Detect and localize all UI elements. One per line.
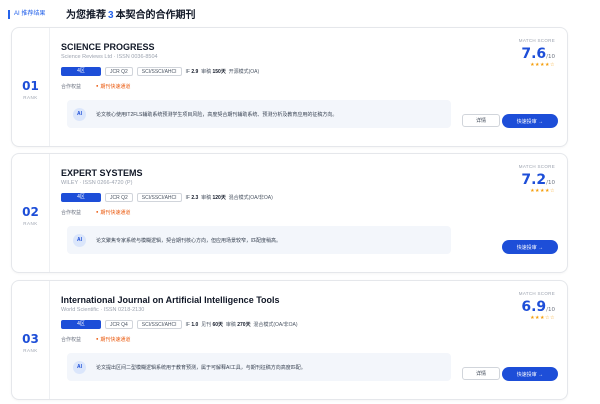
match-score-label: MATCH SCORE <box>518 38 555 43</box>
quick-submit-button[interactable]: 快速投审 → <box>502 114 558 128</box>
rights-label: 合作权益 <box>61 84 82 90</box>
match-score-value: 7.6/10 <box>521 46 555 62</box>
rights-label: 合作权益 <box>61 210 82 216</box>
journal-title[interactable]: International Journal on Artificial Inte… <box>61 295 280 305</box>
journal-card-3[interactable]: 03 RANK International Journal on Artific… <box>11 280 568 400</box>
rights-value: 期刊快速通道 <box>96 336 130 343</box>
rank-column: 03 RANK <box>12 281 50 399</box>
journal-title[interactable]: EXPERT SYSTEMS <box>61 168 143 178</box>
match-score-label: MATCH SCORE <box>518 164 555 169</box>
ai-results-badge: AI 推荐结果 <box>8 9 45 19</box>
journal-publisher: Science Reviews Ltd · ISSN 0036-8504 <box>61 54 158 60</box>
ai-icon: AI <box>73 360 86 374</box>
match-score-value: 7.2/10 <box>521 172 555 188</box>
star-rating: ★★★☆☆ <box>530 315 555 321</box>
detail-button[interactable]: 详情 <box>462 367 500 380</box>
rank-number: 01 <box>22 78 39 93</box>
match-score-value: 6.9/10 <box>521 299 555 315</box>
ai-analysis-box: AI 论文聚焦专家系统与模糊逻辑，契合期刊核心方向，但应用场景较窄，匹配度稍高。 <box>67 226 451 254</box>
rights-value: 期刊快速通道 <box>96 209 130 216</box>
ai-analysis-box: AI 论文核心使用IT2FLS辅助系统预测学生项目风险，高度契合期刊辅助系统、预… <box>67 100 451 128</box>
rank-column: 01 RANK <box>12 28 50 146</box>
rank-label: RANK <box>23 220 38 226</box>
rank-number: 03 <box>22 331 39 346</box>
match-score: MATCH SCORE 7.2/10 ★★★★☆ <box>519 164 555 194</box>
rank-number: 02 <box>22 204 39 219</box>
rights-label: 合作权益 <box>61 337 82 343</box>
journal-publisher: WILEY · ISSN 0266-4720 (P) <box>61 180 133 186</box>
star-rating: ★★★★☆ <box>530 188 555 194</box>
quick-submit-button[interactable]: 快速投审 → <box>502 367 558 381</box>
journal-metrics: IF 2.9 审稿 150天 开源模式(OA) <box>185 68 260 75</box>
journal-tags: 4区 JCR Q2 SCI/SSCI/AHCI IF 2.3 审稿 120天 混… <box>61 192 273 202</box>
quick-submit-button[interactable]: 快速投审 → <box>502 240 558 254</box>
detail-button[interactable]: 详情 <box>462 114 500 127</box>
ai-analysis-box: AI 论文提出区间二型模糊逻辑系统用于教育预测，属于可解释AI工具，与期刊征稿方… <box>67 353 451 381</box>
journal-tags: 4区 JCR Q2 SCI/SSCI/AHCI IF 2.9 审稿 150天 开… <box>61 66 259 76</box>
journal-title[interactable]: SCIENCE PROGRESS <box>61 42 155 52</box>
page-title: 为您推荐 3 本契合的合作期刊 <box>66 10 196 21</box>
index-tag: SCI/SSCI/AHCI <box>136 192 182 202</box>
journal-publisher: World Scientific · ISSN 0218-2130 <box>61 307 145 313</box>
jcr-tag: JCR Q4 <box>105 319 133 329</box>
ai-analysis-text: 论文聚焦专家系统与模糊逻辑，契合期刊核心方向，但应用场景较窄，匹配度稍高。 <box>96 237 282 244</box>
journal-metrics: IF 1.0 见刊 60天 审稿 270天 混合模式(OA/非OA) <box>185 321 298 328</box>
ai-analysis-text: 论文核心使用IT2FLS辅助系统预测学生项目风险，高度契合期刊辅助系统、预测分析… <box>96 111 338 118</box>
journal-card-1[interactable]: 01 RANK SCIENCE PROGRESS Science Reviews… <box>11 27 568 147</box>
rank-column: 02 RANK <box>12 154 50 272</box>
ai-icon: AI <box>73 233 86 247</box>
ai-icon: AI <box>73 107 86 121</box>
rank-label: RANK <box>23 347 38 353</box>
match-score: MATCH SCORE 7.6/10 ★★★★☆ <box>519 38 555 68</box>
jcr-tag: JCR Q2 <box>105 66 133 76</box>
index-tag: SCI/SSCI/AHCI <box>136 66 182 76</box>
journal-tags: 4区 JCR Q4 SCI/SSCI/AHCI IF 1.0 见刊 60天 审稿… <box>61 319 298 329</box>
star-rating: ★★★★☆ <box>530 62 555 68</box>
jcr-tag: JCR Q2 <box>105 192 133 202</box>
index-tag: SCI/SSCI/AHCI <box>136 319 182 329</box>
cas-quartile-tag: 4区 <box>61 192 101 202</box>
match-score-label: MATCH SCORE <box>518 291 555 296</box>
match-score: MATCH SCORE 6.9/10 ★★★☆☆ <box>519 291 555 321</box>
journal-metrics: IF 2.3 审稿 120天 混合模式(OA/非OA) <box>185 194 273 201</box>
results-header: AI 推荐结果 为您推荐 3 本契合的合作期刊 <box>8 6 592 22</box>
rights-value: 期刊快速通道 <box>96 83 130 90</box>
cas-quartile-tag: 4区 <box>61 66 101 76</box>
rank-label: RANK <box>23 94 38 100</box>
cas-quartile-tag: 4区 <box>61 319 101 329</box>
ai-analysis-text: 论文提出区间二型模糊逻辑系统用于教育预测，属于可解释AI工具，与期刊征稿方向高度… <box>96 364 306 371</box>
journal-card-2[interactable]: 02 RANK EXPERT SYSTEMS WILEY · ISSN 0266… <box>11 153 568 273</box>
result-count: 3 <box>108 10 114 21</box>
